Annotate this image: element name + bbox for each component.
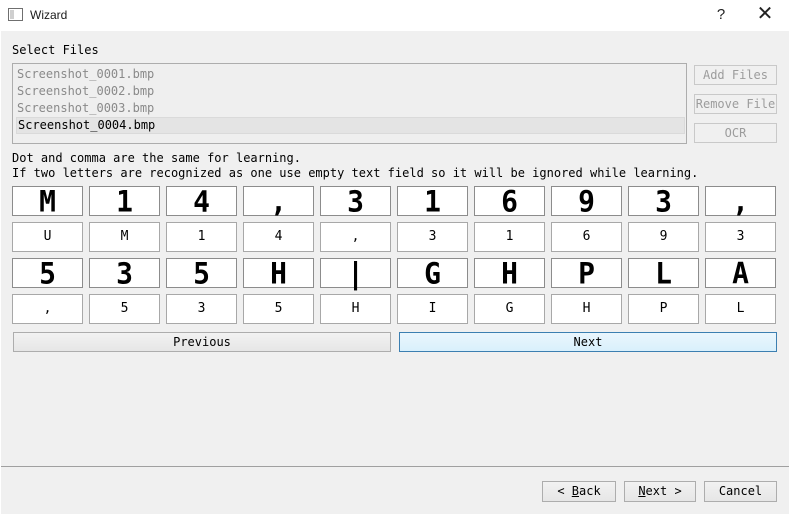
- close-button[interactable]: ✕: [750, 3, 780, 27]
- footer-divider: [1, 466, 789, 467]
- letter-text-field[interactable]: L: [705, 294, 776, 324]
- letter-text-field[interactable]: U: [12, 222, 83, 252]
- letter-image: G: [397, 258, 468, 288]
- file-list-item[interactable]: Screenshot_0003.bmp: [16, 100, 685, 117]
- next-button-accel: N: [638, 484, 646, 498]
- letter-image: M: [12, 186, 83, 216]
- letter-image: A: [705, 258, 776, 288]
- file-list-item-selected[interactable]: Screenshot_0004.bmp: [16, 117, 685, 134]
- letter-text-field[interactable]: H: [551, 294, 622, 324]
- back-button-prefix: <: [557, 484, 572, 498]
- app-window-icon: [8, 8, 23, 21]
- letter-image: 1: [89, 186, 160, 216]
- next-letters-button[interactable]: Next: [399, 332, 777, 352]
- add-files-button[interactable]: Add Files: [694, 65, 777, 85]
- letter-text-field[interactable]: 1: [474, 222, 545, 252]
- letter-text-field[interactable]: G: [474, 294, 545, 324]
- letter-text-field[interactable]: 1: [166, 222, 237, 252]
- back-button[interactable]: < Back: [542, 481, 616, 502]
- letter-text-field[interactable]: M: [89, 222, 160, 252]
- letter-text-field[interactable]: ,: [320, 222, 391, 252]
- letter-image: ,: [243, 186, 314, 216]
- previous-letters-button[interactable]: Previous: [13, 332, 391, 352]
- file-list-item[interactable]: Screenshot_0001.bmp: [16, 66, 685, 83]
- remove-file-button[interactable]: Remove File: [694, 94, 777, 114]
- back-button-rest: ack: [579, 484, 601, 498]
- letter-image: 3: [628, 186, 699, 216]
- window-title: Wizard: [30, 8, 68, 22]
- letter-text-field[interactable]: H: [320, 294, 391, 324]
- letter-image: H: [243, 258, 314, 288]
- letter-image: H: [474, 258, 545, 288]
- letter-image: 4: [166, 186, 237, 216]
- hint-text: If two letters are recognized as one use…: [12, 166, 699, 180]
- hint-text: Dot and comma are the same for learning.: [12, 151, 301, 165]
- file-list[interactable]: Screenshot_0001.bmp Screenshot_0002.bmp …: [12, 63, 687, 144]
- letter-image: |: [320, 258, 391, 288]
- select-files-label: Select Files: [12, 43, 99, 57]
- letter-image: P: [551, 258, 622, 288]
- letter-image: ,: [705, 186, 776, 216]
- letter-image: 1: [397, 186, 468, 216]
- letter-text-field[interactable]: 5: [243, 294, 314, 324]
- letter-text-field[interactable]: 3: [166, 294, 237, 324]
- letter-text-field[interactable]: P: [628, 294, 699, 324]
- letter-text-field[interactable]: 9: [628, 222, 699, 252]
- letter-text-field[interactable]: I: [397, 294, 468, 324]
- file-list-item[interactable]: Screenshot_0002.bmp: [16, 83, 685, 100]
- ocr-button[interactable]: OCR: [694, 123, 777, 143]
- letter-image: 3: [320, 186, 391, 216]
- letter-text-field[interactable]: 3: [705, 222, 776, 252]
- letter-text-field[interactable]: 4: [243, 222, 314, 252]
- letter-image: L: [628, 258, 699, 288]
- letter-text-field[interactable]: 3: [397, 222, 468, 252]
- letter-text-field[interactable]: ,: [12, 294, 83, 324]
- next-button-rest: ext >: [645, 484, 682, 498]
- letter-image: 6: [474, 186, 545, 216]
- next-button[interactable]: Next >: [624, 481, 696, 502]
- letter-image: 3: [89, 258, 160, 288]
- letter-text-field[interactable]: 6: [551, 222, 622, 252]
- back-button-accel: B: [571, 484, 579, 498]
- cancel-button[interactable]: Cancel: [704, 481, 777, 502]
- letter-image: 5: [166, 258, 237, 288]
- title-bar: Wizard ? ✕: [0, 0, 790, 31]
- letter-text-field[interactable]: 5: [89, 294, 160, 324]
- help-button[interactable]: ?: [706, 3, 736, 27]
- letter-image: 9: [551, 186, 622, 216]
- letter-image: 5: [12, 258, 83, 288]
